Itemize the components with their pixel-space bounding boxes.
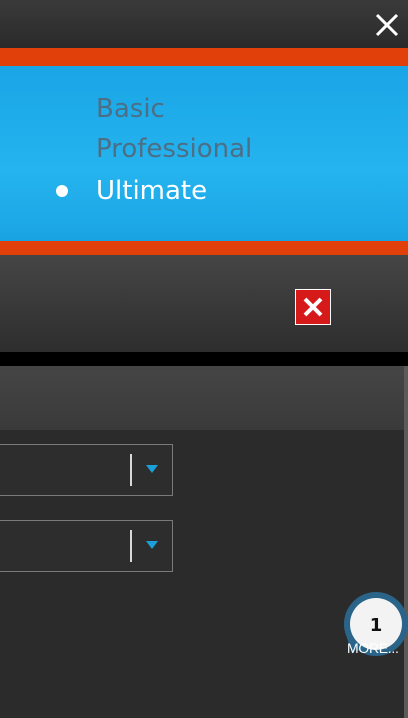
divider (0, 352, 408, 366)
dropdown-separator (130, 530, 132, 562)
selected-bullet-icon (56, 185, 68, 197)
dropdown-separator (130, 454, 132, 486)
panel-header (0, 366, 404, 430)
dialog-close-button[interactable] (295, 289, 331, 325)
callout-number: 1 (370, 615, 383, 636)
chevron-down-icon[interactable] (146, 465, 158, 473)
edition-option-professional[interactable]: Professional (96, 134, 252, 164)
top-bar (0, 0, 408, 48)
accent-stripe-bottom (0, 241, 408, 255)
close-icon[interactable] (372, 10, 402, 40)
close-icon (303, 297, 323, 317)
dialog-header (0, 255, 408, 352)
chevron-down-icon[interactable] (146, 541, 158, 549)
accent-stripe-top (0, 48, 408, 66)
edition-option-ultimate[interactable]: Ultimate (96, 176, 207, 206)
more-link[interactable]: MORE... (347, 640, 399, 656)
edition-option-basic[interactable]: Basic (96, 94, 165, 124)
dropdown-2[interactable] (0, 520, 173, 572)
dropdown-1[interactable] (0, 444, 173, 496)
step-callout-badge: 1 (344, 592, 408, 656)
